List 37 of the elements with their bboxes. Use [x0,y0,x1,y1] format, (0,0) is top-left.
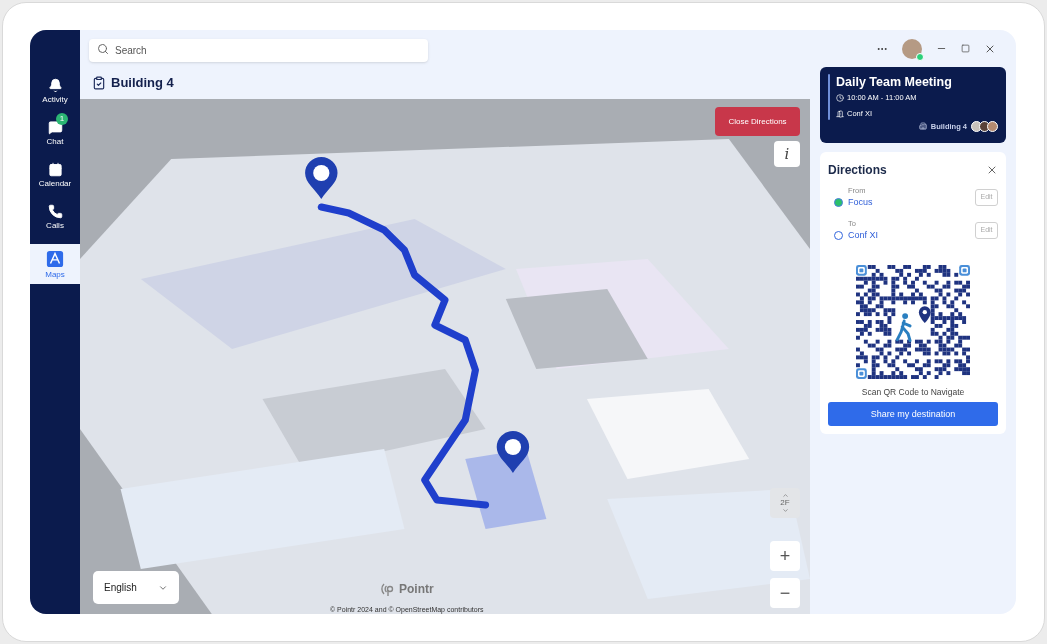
share-destination-button[interactable]: Share my destination [828,402,998,427]
maximize-icon[interactable] [961,44,970,53]
map-app-icon [46,249,64,268]
language-dropdown[interactable]: English [93,571,179,604]
floor-selector[interactable]: 2F [770,488,800,518]
nav-icon [47,120,63,135]
nav-item[interactable]: Calls [30,200,80,234]
accent-bar [828,74,830,120]
nav-item[interactable]: Maps [30,244,80,284]
nav-item[interactable]: Calendar [30,158,80,192]
nav-icon [47,204,63,219]
nav-item[interactable]: Activity [30,74,80,108]
close-directions-button[interactable]: Close Directions [715,107,800,136]
clock-icon [836,93,844,102]
info-button[interactable]: i [774,141,800,167]
chevron-down-icon [781,507,789,514]
search-field[interactable]: Search [89,39,428,62]
floor-map-drawing[interactable] [80,99,810,614]
directions-title: Directions [828,162,887,179]
attendee-avatar [987,120,998,132]
meeting-title: Daily Team Meeting [836,74,953,90]
door-icon [836,109,844,118]
chevron-up-icon [781,492,789,499]
nav-icon [47,162,63,177]
qr-caption: Scan QR Code to Navigate [860,385,966,399]
stop-place[interactable]: Conf XI [848,229,975,243]
notification-badge: 1 [56,113,68,125]
nav-item[interactable]: Chat 1 [30,116,80,150]
stop-place[interactable]: Focus [848,196,975,210]
page-title: Building 4 [111,74,174,93]
zoom-in-button[interactable]: + [770,541,800,571]
search-icon [97,43,109,55]
signal-logo-icon [380,581,396,597]
close-icon[interactable] [986,164,998,176]
zoom-out-button[interactable]: − [770,578,800,608]
nav-icon [47,78,63,93]
pointr-logo-text: Pointr [399,581,434,598]
